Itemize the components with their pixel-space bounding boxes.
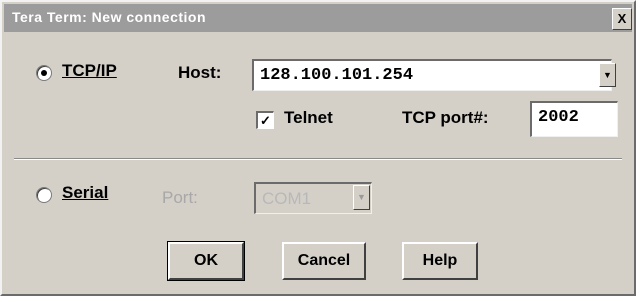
tcpip-label[interactable]: TCP/IP: [62, 61, 117, 81]
host-dropdown-button[interactable]: ▼: [599, 63, 616, 87]
telnet-checkbox[interactable]: ✓: [256, 111, 274, 129]
chevron-down-icon: ▼: [357, 192, 366, 202]
ok-button[interactable]: OK: [167, 241, 245, 281]
help-button[interactable]: Help: [402, 242, 478, 280]
chevron-down-icon: ▼: [603, 69, 612, 80]
serial-radio[interactable]: [36, 187, 52, 203]
new-connection-dialog: Tera Term: New connection X TCP/IP Host:…: [0, 0, 636, 296]
port-label: Port:: [162, 188, 198, 207]
radio-dot-icon: [41, 70, 47, 76]
host-label: Host:: [178, 63, 222, 82]
tcp-port-input[interactable]: 2002: [530, 101, 618, 137]
title-bar[interactable]: Tera Term: New connection X: [4, 4, 632, 32]
telnet-label[interactable]: Telnet: [284, 108, 333, 128]
checkmark-icon: ✓: [260, 113, 271, 128]
serial-label[interactable]: Serial: [62, 183, 108, 203]
section-separator-highlight: [14, 159, 622, 160]
cancel-button[interactable]: Cancel: [282, 242, 366, 280]
host-input[interactable]: 128.100.101.254: [252, 59, 612, 91]
tcp-port-label: TCP port#:: [402, 108, 489, 127]
close-button[interactable]: X: [612, 8, 632, 30]
window-title: Tera Term: New connection: [12, 9, 207, 25]
port-dropdown-button: ▼: [353, 185, 370, 210]
tcpip-radio[interactable]: [36, 65, 52, 81]
